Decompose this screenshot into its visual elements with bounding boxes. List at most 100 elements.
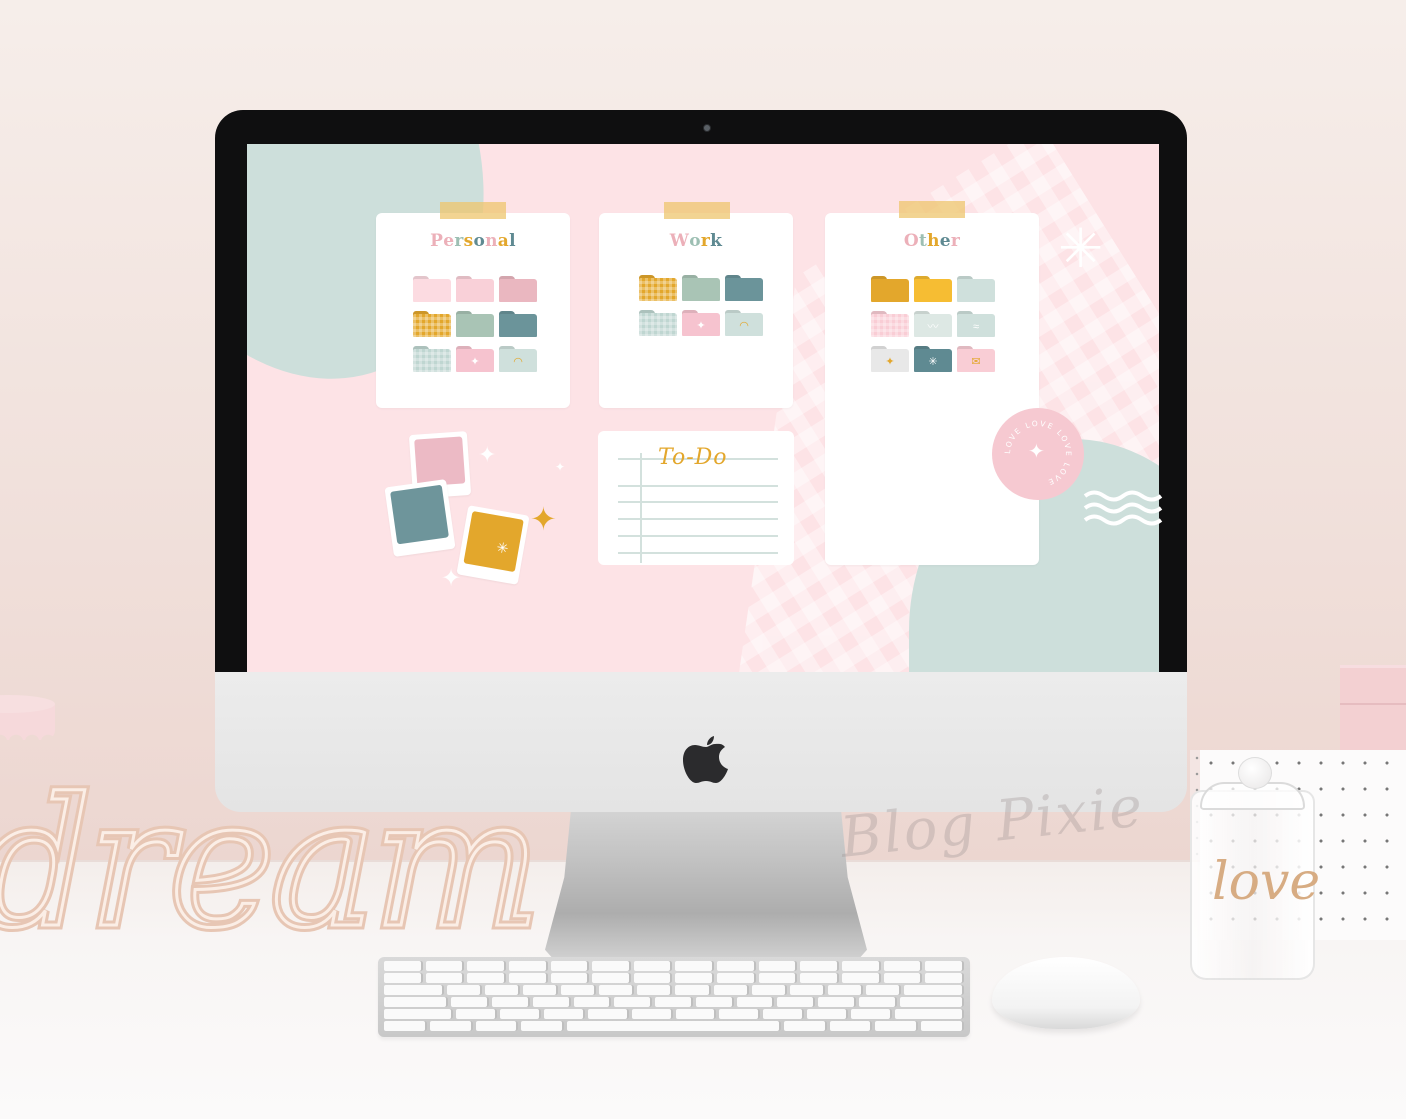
- key[interactable]: [800, 961, 840, 971]
- key[interactable]: [859, 997, 897, 1007]
- key[interactable]: [850, 1009, 892, 1019]
- sage-folder[interactable]: [682, 275, 720, 301]
- key[interactable]: [899, 997, 965, 1007]
- key[interactable]: [904, 985, 964, 995]
- key[interactable]: [675, 1009, 717, 1019]
- key[interactable]: [925, 973, 964, 983]
- teal-folder[interactable]: [499, 311, 537, 337]
- sage-folder[interactable]: [456, 311, 494, 337]
- key[interactable]: [633, 961, 673, 971]
- key[interactable]: [384, 997, 449, 1007]
- key[interactable]: [763, 1009, 805, 1019]
- key[interactable]: [875, 1021, 919, 1031]
- mustard-gingham-folder[interactable]: [413, 311, 451, 337]
- key[interactable]: [532, 997, 571, 1007]
- key[interactable]: [842, 961, 881, 971]
- key[interactable]: [561, 985, 597, 995]
- key[interactable]: [573, 997, 612, 1007]
- key[interactable]: [550, 973, 590, 983]
- yellow-folder[interactable]: [914, 276, 952, 302]
- key[interactable]: [384, 985, 444, 995]
- key[interactable]: [783, 1021, 827, 1031]
- key[interactable]: [384, 973, 423, 983]
- pink-folder[interactable]: [456, 276, 494, 302]
- wave-stripe-folder[interactable]: 〰: [914, 311, 952, 337]
- key[interactable]: [446, 985, 482, 995]
- key[interactable]: [695, 997, 734, 1007]
- key[interactable]: [592, 961, 631, 971]
- sparkle-folder[interactable]: ✦: [456, 346, 494, 372]
- key[interactable]: [713, 985, 749, 995]
- love-letter-folder[interactable]: ✉: [957, 346, 995, 372]
- key[interactable]: [567, 1021, 781, 1031]
- key[interactable]: [675, 961, 715, 971]
- key[interactable]: [925, 961, 964, 971]
- key[interactable]: [758, 961, 798, 971]
- mint-folder[interactable]: [957, 276, 995, 302]
- key[interactable]: [425, 961, 465, 971]
- key[interactable]: [631, 1009, 673, 1019]
- key[interactable]: [592, 973, 631, 983]
- key[interactable]: [522, 985, 559, 995]
- key[interactable]: [456, 1009, 498, 1019]
- key[interactable]: [842, 973, 881, 983]
- pink-gingham-folder[interactable]: [871, 311, 909, 337]
- key[interactable]: [521, 1021, 565, 1031]
- key[interactable]: [637, 985, 673, 995]
- sparkle-folder[interactable]: ✦: [682, 310, 720, 336]
- key[interactable]: [429, 1021, 473, 1031]
- key[interactable]: [500, 1009, 542, 1019]
- key[interactable]: [736, 997, 775, 1007]
- key[interactable]: [883, 961, 923, 971]
- key[interactable]: [829, 1021, 873, 1031]
- rainbow-folder[interactable]: ◠: [725, 310, 763, 336]
- mustard-folder[interactable]: [871, 276, 909, 302]
- key[interactable]: [544, 1009, 585, 1019]
- key[interactable]: [467, 961, 506, 971]
- rainbow-folder[interactable]: ◠: [499, 346, 537, 372]
- key[interactable]: [675, 985, 711, 995]
- key[interactable]: [883, 973, 923, 983]
- mint-gingham-folder[interactable]: [639, 310, 677, 336]
- key[interactable]: [655, 997, 693, 1007]
- key[interactable]: [614, 997, 653, 1007]
- mustard-gingham-folder[interactable]: [639, 275, 677, 301]
- key[interactable]: [719, 1009, 761, 1019]
- key[interactable]: [384, 1009, 454, 1019]
- key[interactable]: [633, 973, 673, 983]
- key[interactable]: [550, 961, 590, 971]
- key[interactable]: [827, 985, 864, 995]
- key[interactable]: [777, 997, 816, 1007]
- key[interactable]: [508, 961, 548, 971]
- waves-folder[interactable]: ≈: [957, 311, 995, 337]
- key[interactable]: [866, 985, 902, 995]
- key[interactable]: [717, 961, 756, 971]
- rose-folder[interactable]: [499, 276, 537, 302]
- mint-gingham-folder[interactable]: [413, 346, 451, 372]
- key[interactable]: [675, 973, 715, 983]
- key[interactable]: [599, 985, 635, 995]
- key[interactable]: [508, 973, 548, 983]
- key[interactable]: [425, 973, 465, 983]
- key[interactable]: [451, 997, 489, 1007]
- key[interactable]: [475, 1021, 519, 1031]
- key[interactable]: [789, 985, 825, 995]
- star-folder[interactable]: ✦: [871, 346, 909, 372]
- teal-folder[interactable]: [725, 275, 763, 301]
- key[interactable]: [751, 985, 787, 995]
- key[interactable]: [758, 973, 798, 983]
- keyboard[interactable]: [378, 957, 970, 1037]
- key[interactable]: [807, 1009, 848, 1019]
- key[interactable]: [384, 961, 423, 971]
- key[interactable]: [384, 1021, 427, 1031]
- key[interactable]: [800, 973, 840, 983]
- key[interactable]: [484, 985, 520, 995]
- light-pink-folder[interactable]: [413, 276, 451, 302]
- key[interactable]: [587, 1009, 629, 1019]
- key[interactable]: [492, 997, 530, 1007]
- key[interactable]: [894, 1009, 965, 1019]
- key[interactable]: [717, 973, 756, 983]
- key[interactable]: [921, 1021, 964, 1031]
- burst-folder[interactable]: ✳: [914, 346, 952, 372]
- key[interactable]: [818, 997, 857, 1007]
